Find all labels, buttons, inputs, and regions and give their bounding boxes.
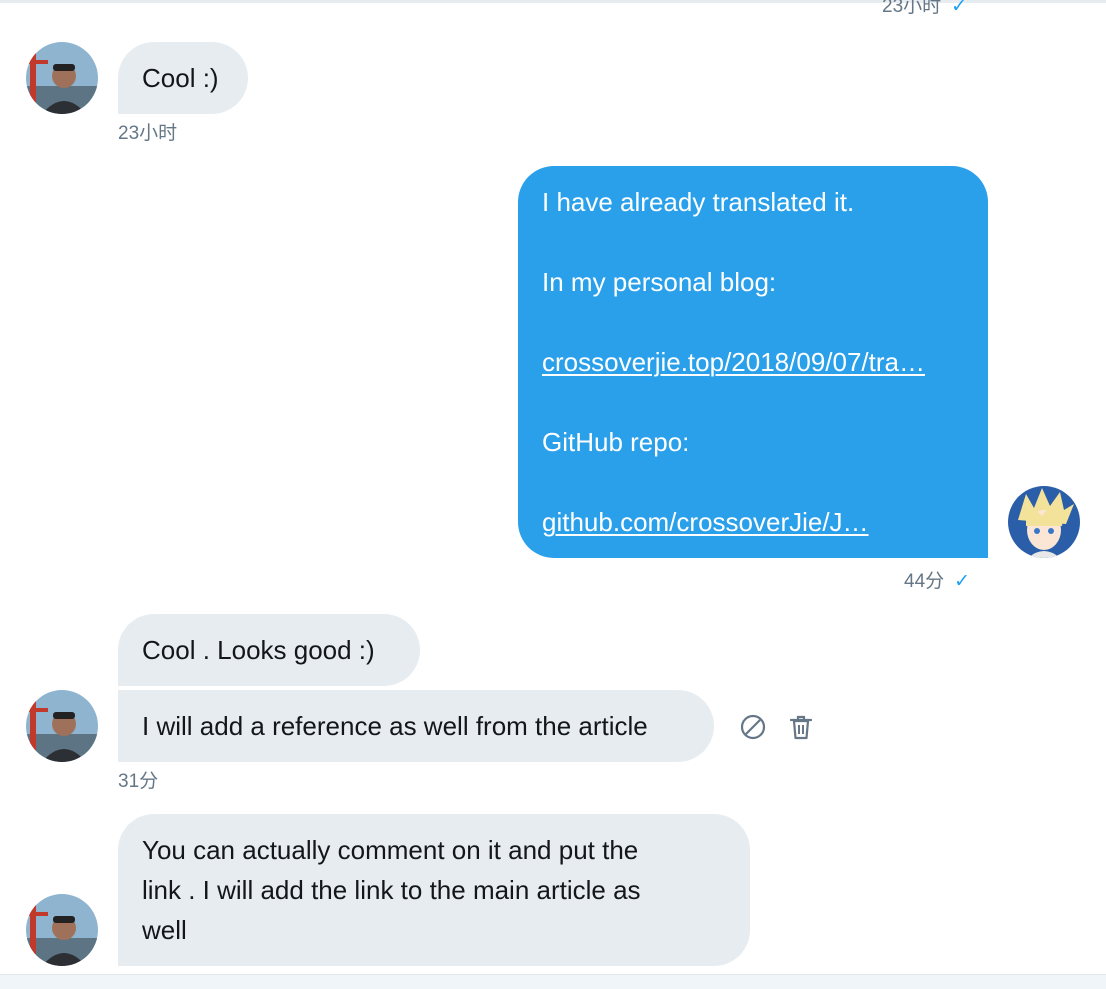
message-composer-edge <box>0 974 1106 989</box>
message-text: link . I will add the link to the main a… <box>142 875 641 905</box>
trash-icon[interactable] <box>786 712 816 742</box>
contact-avatar[interactable] <box>26 894 98 966</box>
self-avatar[interactable] <box>1008 486 1080 558</box>
message-text: well <box>142 915 187 945</box>
message-text: I have already translated it. <box>542 187 855 217</box>
message-timestamp: 31分 <box>118 771 159 792</box>
message-bubble-incoming[interactable]: I will add a reference as well from the … <box>118 690 714 762</box>
contact-avatar[interactable] <box>26 690 98 762</box>
message-text: GitHub repo: <box>542 427 690 457</box>
message-text: In my personal blog: <box>542 267 777 297</box>
message-text: I will add a reference as well from the … <box>142 711 648 741</box>
block-icon[interactable] <box>738 712 768 742</box>
github-link[interactable]: github.com/crossoverJie/J… <box>542 507 869 537</box>
message-text: Cool :) <box>142 63 219 93</box>
message-timestamp: 23小时 <box>118 123 178 144</box>
previous-message-timestamp: 23小时 ✓ <box>882 0 967 18</box>
message-timestamp: 44分 ✓ <box>904 571 971 592</box>
blog-link[interactable]: crossoverjie.top/2018/09/07/tra… <box>542 347 925 377</box>
message-text: Cool . Looks good :) <box>142 635 375 665</box>
contact-avatar[interactable] <box>26 42 98 114</box>
read-check-icon: ✓ <box>954 571 971 592</box>
message-bubble-incoming[interactable]: You can actually comment on it and put t… <box>118 814 750 966</box>
message-text: You can actually comment on it and put t… <box>142 835 639 865</box>
read-check-icon: ✓ <box>951 0 968 17</box>
message-bubble-outgoing[interactable]: I have already translated it. In my pers… <box>518 166 988 558</box>
message-bubble-incoming[interactable]: Cool :) <box>118 42 248 114</box>
message-bubble-incoming[interactable]: Cool . Looks good :) <box>118 614 420 686</box>
